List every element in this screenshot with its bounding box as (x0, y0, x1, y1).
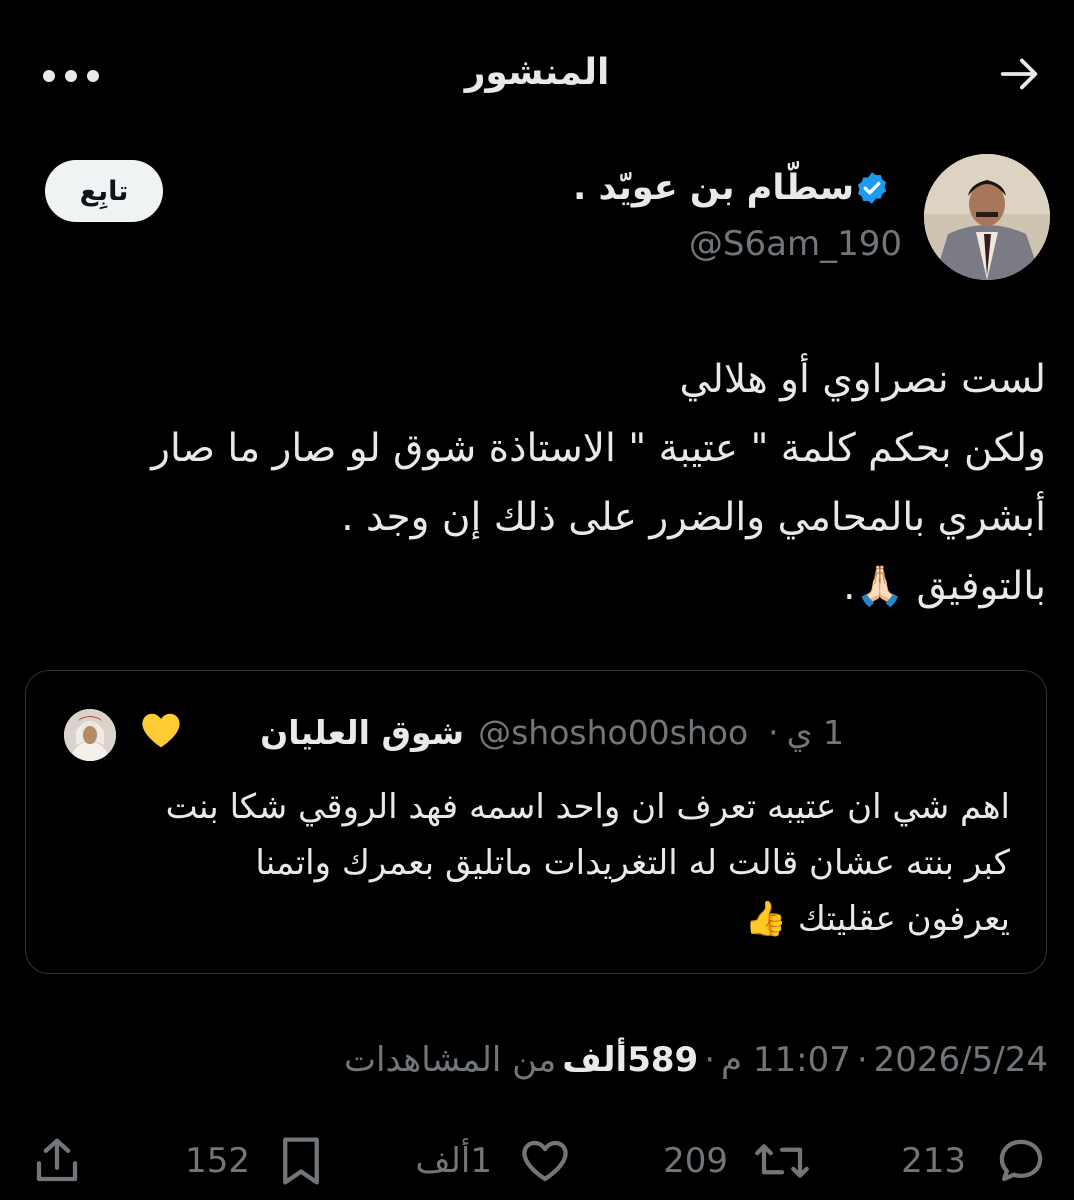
avatar-photo (924, 154, 1050, 280)
author-name-row: سطّام بن عويّد . (573, 168, 902, 208)
quoted-line: يعرفون عقليتك 👍 (744, 899, 1010, 939)
top-bar: المنشور (0, 30, 1074, 125)
post-line: لست نصراوي أو هلالي (679, 357, 1046, 402)
quoted-line: اهم شي ان عتيبه تعرف ان واحد اسمه فهد ال… (165, 787, 1010, 827)
like-count: 1ألف (415, 1141, 492, 1181)
repost-count: 209 (663, 1141, 728, 1181)
views-label[interactable]: من المشاهدات (344, 1040, 556, 1080)
author-avatar[interactable] (924, 154, 1050, 280)
action-bar: 213 209 1ألف 152 (0, 1128, 1074, 1194)
page-title: المنشور (464, 52, 610, 93)
bookmark-icon (283, 1137, 319, 1185)
repost-icon (755, 1144, 809, 1178)
separator-dot: · (768, 713, 779, 752)
author-handle[interactable]: @S6am_190 (689, 224, 902, 264)
share-button[interactable] (30, 1128, 84, 1194)
repost-button[interactable]: 209 (663, 1128, 812, 1194)
post-body: لست نصراوي أو هلالي ولكن بحكم كلمة " عتي… (26, 345, 1046, 621)
separator-dot: · (704, 1040, 715, 1080)
reply-button[interactable]: 213 (901, 1128, 1048, 1194)
verified-badge-icon[interactable] (854, 170, 890, 206)
quoted-post-time[interactable]: 1 ي (787, 713, 844, 752)
bookmark-button[interactable]: 152 (185, 1128, 326, 1194)
post-author: سطّام بن عويّد . @S6am_190 تابِع (0, 150, 1074, 290)
quoted-post-header: 1 ي · @shosho00shoo شوق العليان (260, 713, 844, 752)
reply-bubble-icon (999, 1139, 1043, 1182)
views-unit[interactable]: ألف (562, 1040, 627, 1080)
separator-dot: · (856, 1040, 868, 1080)
quoted-author-avatar[interactable] (64, 709, 116, 761)
post-time: 11:07 م (721, 1040, 851, 1080)
views-count[interactable]: 589 (627, 1040, 698, 1080)
share-icon (36, 1138, 78, 1182)
follow-button[interactable]: تابِع (45, 160, 163, 222)
like-button[interactable]: 1ألف (415, 1128, 572, 1194)
reply-count: 213 (901, 1141, 966, 1181)
post-line: بالتوفيق 🙏🏻. (843, 564, 1046, 609)
post-line: أبشري بالمحامي والضرر على ذلك إن وجد . (341, 495, 1046, 540)
yellow-heart-icon (138, 707, 184, 753)
bookmark-count: 152 (185, 1141, 250, 1181)
quoted-line: كبر بنته عشان قالت له التغريدات ماتليق ب… (255, 843, 1010, 883)
more-dots-icon (43, 70, 99, 82)
quoted-post-body: اهم شي ان عتيبه تعرف ان واحد اسمه فهد ال… (60, 779, 1010, 947)
more-options-button[interactable] (38, 56, 104, 96)
quoted-author-name[interactable]: شوق العليان (260, 713, 464, 752)
quoted-post[interactable]: 1 ي · @shosho00shoo شوق العليان اهم شي ا… (25, 670, 1047, 974)
author-display-name[interactable]: سطّام بن عويّد . (573, 168, 854, 208)
post-line: ولكن بحكم كلمة " عتيبة " الاستاذة شوق لو… (151, 426, 1046, 471)
heart-icon (522, 1140, 568, 1182)
post-meta: 2026/5/24 · 11:07 م · 589 ألف من المشاهد… (338, 1040, 1048, 1080)
post-date: 2026/5/24 (873, 1040, 1048, 1080)
quoted-author-handle[interactable]: @shosho00shoo (478, 713, 748, 752)
